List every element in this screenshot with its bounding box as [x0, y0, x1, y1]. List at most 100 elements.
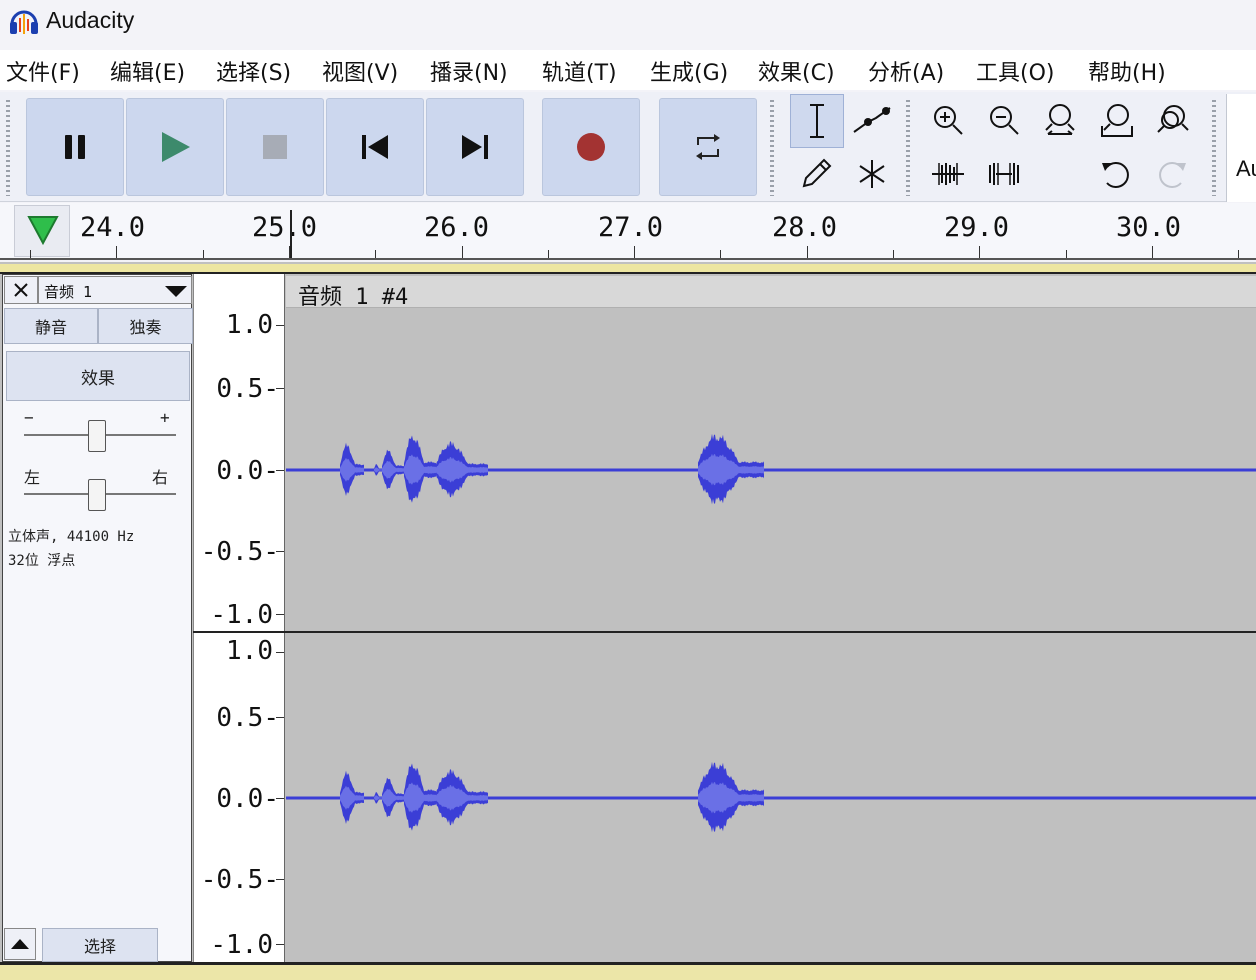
- ruler-label: 24.0: [80, 212, 146, 243]
- gain-slider-thumb[interactable]: [88, 420, 106, 452]
- amplitude-label: -1.0: [210, 600, 273, 630]
- skip-to-start-icon: [362, 135, 388, 159]
- menu-generate[interactable]: 生成(G): [650, 55, 728, 87]
- amplitude-label: 1.0: [226, 636, 273, 666]
- ruler-tick: [462, 246, 463, 258]
- ruler-tick: [548, 250, 549, 258]
- zoom-in-button[interactable]: [922, 94, 974, 146]
- play-button[interactable]: [126, 98, 224, 196]
- menu-help[interactable]: 帮助(H): [1088, 55, 1166, 87]
- pan-left-label: 左: [24, 468, 41, 487]
- menu-bar: [0, 50, 1256, 90]
- toolbar-grip[interactable]: [6, 100, 10, 196]
- ruler-label: 30.0: [1116, 212, 1182, 243]
- redo-icon: [1159, 162, 1186, 188]
- ruler-tick: [893, 250, 894, 258]
- close-track-button[interactable]: [4, 276, 38, 304]
- menu-analyze[interactable]: 分析(A): [868, 55, 944, 87]
- audio-setup-panel[interactable]: [1226, 94, 1256, 202]
- menu-select[interactable]: 选择(S): [216, 55, 291, 87]
- menu-file[interactable]: 文件(F): [6, 55, 80, 87]
- zoom-out-button[interactable]: [978, 94, 1030, 146]
- undo-icon: [1102, 162, 1129, 188]
- fit-selection-icon: [1045, 104, 1075, 135]
- pause-icon: [65, 135, 85, 159]
- envelope-icon: [853, 107, 891, 133]
- track-bottom-border: [0, 962, 1256, 980]
- amplitude-tick: [276, 551, 284, 552]
- channel-divider: [193, 631, 1256, 633]
- zoom-toggle-button[interactable]: [1146, 94, 1198, 146]
- redo-button[interactable]: [1146, 148, 1198, 200]
- amplitude-label: -0.5-: [200, 865, 279, 895]
- stop-button[interactable]: [226, 98, 324, 196]
- ruler-tick: [979, 246, 980, 258]
- solo-button[interactable]: 独奏: [98, 308, 193, 344]
- undo-button[interactable]: [1090, 148, 1142, 200]
- envelope-tool-button[interactable]: [846, 94, 898, 146]
- loop-icon: [696, 134, 720, 160]
- fit-selection-button[interactable]: [1034, 94, 1086, 146]
- track-top-border: [0, 264, 1256, 274]
- ruler-label: 25.0: [252, 212, 318, 243]
- tools-toolbar-grip[interactable]: [770, 100, 774, 196]
- zoom-out-icon: [990, 106, 1019, 135]
- title-bar: [0, 0, 1256, 44]
- fit-project-button[interactable]: [1090, 94, 1142, 146]
- menu-tools[interactable]: 工具(O): [976, 55, 1054, 87]
- trim-audio-button[interactable]: [922, 148, 974, 200]
- waveform-channel-left[interactable]: [286, 309, 1256, 632]
- amplitude-tick: [276, 470, 284, 471]
- record-button[interactable]: [542, 98, 640, 196]
- silence-audio-button[interactable]: [978, 148, 1030, 200]
- multi-tool-button[interactable]: [846, 148, 898, 200]
- ruler-tick: [634, 246, 635, 258]
- selection-tool-button[interactable]: [790, 94, 844, 148]
- clip-header[interactable]: [286, 276, 1256, 308]
- fit-project-icon: [1101, 104, 1133, 137]
- amplitude-tick: [276, 944, 284, 945]
- amplitude-label: 0.5-: [216, 374, 279, 404]
- mute-button[interactable]: 静音: [4, 308, 98, 344]
- amplitude-tick: [276, 879, 284, 880]
- menu-effect[interactable]: 效果(C): [758, 55, 835, 87]
- gain-plus-label: +: [160, 408, 170, 427]
- amplitude-tick: [276, 798, 284, 799]
- menu-edit[interactable]: 编辑(E): [110, 55, 185, 87]
- ruler-tick: [1066, 250, 1067, 258]
- record-icon: [577, 133, 605, 161]
- amplitude-label: 0.0-: [216, 456, 279, 486]
- menu-view[interactable]: 视图(V): [322, 55, 398, 87]
- track-format-info: 立体声, 44100 Hz: [8, 529, 135, 545]
- track-name: 音频 1: [44, 283, 93, 301]
- menu-tracks[interactable]: 轨道(T): [542, 55, 617, 87]
- loop-button[interactable]: [659, 98, 757, 196]
- menu-transport[interactable]: 播录(N): [430, 55, 508, 87]
- ruler-tick: [375, 250, 376, 258]
- stop-icon: [263, 135, 287, 159]
- select-track-button[interactable]: 选择: [42, 928, 158, 962]
- play-head-toggle[interactable]: [14, 205, 70, 257]
- pause-button[interactable]: [26, 98, 124, 196]
- audio-setup-label[interactable]: Au: [1236, 156, 1256, 182]
- effects-button[interactable]: 效果: [6, 351, 190, 401]
- skip-to-end-button[interactable]: [426, 98, 524, 196]
- clip-title[interactable]: 音频 1 #4: [298, 279, 408, 311]
- ruler-tick: [1238, 250, 1239, 258]
- pan-slider-thumb[interactable]: [88, 479, 106, 511]
- ruler-label: 26.0: [424, 212, 490, 243]
- ruler-tick: [289, 246, 290, 258]
- amplitude-label: 1.0: [226, 310, 273, 340]
- edit-toolbar-grip[interactable]: [906, 100, 910, 196]
- ruler-label: 27.0: [598, 212, 664, 243]
- gain-minus-label: −: [24, 408, 34, 427]
- i-beam-icon: [810, 104, 824, 138]
- window-title: Audacity: [46, 7, 135, 33]
- cut-toolbar-grip[interactable]: [1212, 100, 1216, 196]
- skip-to-start-button[interactable]: [326, 98, 424, 196]
- ruler-tick: [116, 246, 117, 258]
- track-sample-format: 32位 浮点: [8, 553, 76, 569]
- draw-tool-button[interactable]: [790, 148, 842, 200]
- collapse-track-button[interactable]: [4, 928, 36, 960]
- waveform-channel-right[interactable]: [286, 634, 1256, 962]
